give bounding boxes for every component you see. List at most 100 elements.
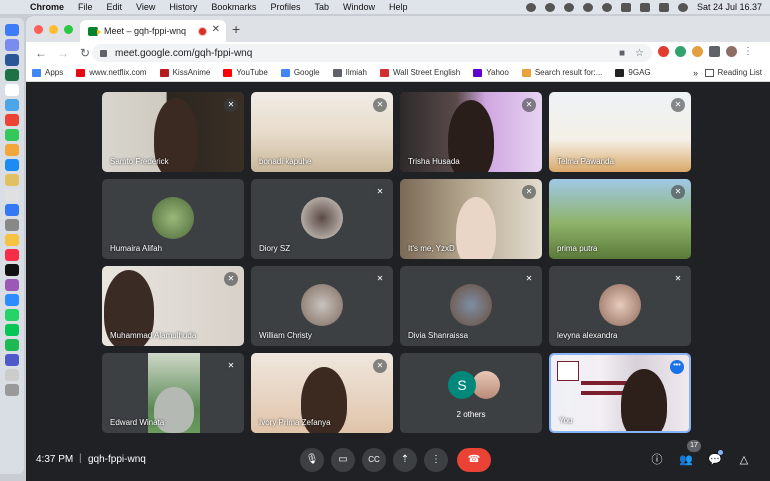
self-view-tile[interactable]: ••• You (549, 353, 691, 433)
reminders-icon[interactable] (5, 189, 19, 201)
participant-tile[interactable]: ✕ Divia Shanraissa (400, 266, 542, 346)
bookmark-item[interactable]: 9GAG (615, 68, 651, 77)
podcasts-icon[interactable] (5, 279, 19, 291)
bookmark-item[interactable]: Search result for:... (521, 68, 602, 77)
microphone-button[interactable]: 🎙 (300, 448, 324, 472)
captions-button[interactable]: CC (362, 448, 386, 472)
participant-tile[interactable]: Humaira Alifah (102, 179, 244, 259)
timer-icon[interactable] (582, 2, 593, 12)
bookmark-item[interactable]: Apps (32, 68, 63, 77)
status-icon[interactable] (544, 2, 555, 12)
bookmark-item[interactable]: KissAnime (159, 68, 210, 77)
browser-menu-icon[interactable]: ⋮ (743, 46, 753, 57)
mail-icon[interactable] (5, 99, 19, 111)
new-tab-button[interactable]: + (232, 21, 240, 37)
reading-list-button[interactable]: Reading List (704, 68, 762, 77)
camera-button[interactable]: ▭ (331, 448, 355, 472)
zoom-icon[interactable] (5, 294, 19, 306)
menu-window[interactable]: Window (343, 2, 375, 12)
camera-permission-icon[interactable]: ■ (619, 48, 625, 59)
notes-icon[interactable] (5, 174, 19, 186)
minimize-window-button[interactable] (49, 25, 58, 34)
chrome-icon[interactable] (5, 114, 19, 126)
menubar-clock[interactable]: Sat 24 Jul 16.37 (697, 2, 762, 12)
address-bar[interactable]: meet.google.com/gqh-fppi-wnq ■ ☆ (92, 44, 652, 62)
participant-tile[interactable]: ✕ Ivory Prima Zefanya (251, 353, 393, 433)
people-icon[interactable]: 👥 (677, 450, 695, 470)
participant-tile[interactable]: ✕ levyna alexandra (549, 266, 691, 346)
menu-view[interactable]: View (136, 2, 155, 12)
calendar-icon[interactable] (5, 84, 19, 96)
teams-icon[interactable] (5, 354, 19, 366)
participant-tile[interactable]: ✕ Trisha Husada (400, 92, 542, 172)
more-options-button[interactable]: ⋮ (424, 448, 448, 472)
trash-icon[interactable] (5, 384, 19, 396)
extension-orange-icon[interactable] (692, 46, 703, 57)
bookmark-star-icon[interactable]: ☆ (635, 48, 644, 59)
participant-tile[interactable]: ✕ prima putra (549, 179, 691, 259)
menu-tab[interactable]: Tab (314, 2, 329, 12)
back-icon[interactable]: ← (34, 46, 48, 60)
lock-icon[interactable] (100, 49, 107, 57)
menu-app-name[interactable]: Chrome (30, 2, 64, 12)
extensions-puzzle-icon[interactable] (709, 46, 720, 57)
battery-icon[interactable] (620, 2, 631, 12)
maximize-window-button[interactable] (64, 25, 73, 34)
excel-icon[interactable] (5, 69, 19, 81)
downloads-icon[interactable] (5, 369, 19, 381)
tv-icon[interactable] (5, 264, 19, 276)
profile-avatar[interactable] (726, 46, 737, 57)
wifi-icon[interactable] (601, 2, 612, 12)
siri-icon[interactable] (677, 2, 688, 12)
spotify-icon[interactable] (5, 339, 19, 351)
participant-tile[interactable]: ✕ bonadi kapuhe (251, 92, 393, 172)
activities-icon[interactable]: △ (735, 450, 753, 470)
whatsapp-icon[interactable] (5, 309, 19, 321)
close-tab-icon[interactable]: ✕ (212, 24, 220, 35)
cloud-icon[interactable] (525, 2, 536, 12)
bookmark-item[interactable]: Ilmiah (332, 68, 367, 77)
media-icon[interactable] (563, 2, 574, 12)
extension-red-icon[interactable] (658, 46, 669, 57)
reload-icon[interactable]: ↻ (78, 46, 92, 60)
settings-icon[interactable] (5, 219, 19, 231)
bookmark-item[interactable]: Google (280, 68, 320, 77)
more-options-icon[interactable]: ••• (670, 360, 684, 374)
meeting-details-icon[interactable]: ⓘ (648, 450, 666, 470)
url-text[interactable]: meet.google.com/gqh-fppi-wnq (115, 48, 252, 59)
menu-bookmarks[interactable]: Bookmarks (211, 2, 256, 12)
music-icon[interactable] (5, 249, 19, 261)
menu-file[interactable]: File (78, 2, 93, 12)
end-call-button[interactable]: ☎ (457, 448, 491, 472)
safari-icon[interactable] (5, 159, 19, 171)
participant-tile[interactable]: ✕ Edward Winata (102, 353, 244, 433)
bookmark-item[interactable]: Yahoo (473, 68, 509, 77)
present-screen-button[interactable]: ⇡ (393, 448, 417, 472)
photos-icon[interactable] (5, 144, 19, 156)
tab-meet[interactable]: Meet – gqh-fppi-wnq ✕ (80, 20, 226, 42)
control-center-icon[interactable] (658, 2, 669, 12)
menu-profiles[interactable]: Profiles (270, 2, 300, 12)
bookmark-item[interactable]: YouTube (223, 68, 268, 77)
participant-tile[interactable]: ✕ William Christy (251, 266, 393, 346)
participant-tile[interactable]: ✕ It's me, YzxD (400, 179, 542, 259)
line-icon[interactable] (5, 324, 19, 336)
menu-edit[interactable]: Edit (107, 2, 123, 12)
finder-icon[interactable] (5, 24, 19, 36)
bookmark-item[interactable]: www.netflix.com (76, 68, 147, 77)
display-icon[interactable] (639, 2, 650, 12)
menu-help[interactable]: Help (389, 2, 408, 12)
menu-history[interactable]: History (169, 2, 197, 12)
close-window-button[interactable] (34, 25, 43, 34)
appstore-icon[interactable] (5, 204, 19, 216)
participant-tile[interactable]: ✕ Samto Frederick (102, 92, 244, 172)
extension-green-icon[interactable] (675, 46, 686, 57)
bookmarks-overflow-icon[interactable]: » (693, 68, 698, 78)
participant-tile-others[interactable]: S 2 others (400, 353, 542, 433)
messages-icon[interactable] (5, 129, 19, 141)
participant-tile[interactable]: ✕ Muhammad Alamulhuda (102, 266, 244, 346)
launchpad-icon[interactable] (5, 39, 19, 51)
forward-icon[interactable]: → (56, 46, 70, 60)
word-icon[interactable] (5, 54, 19, 66)
participant-tile[interactable]: ✕ Diory SZ (251, 179, 393, 259)
